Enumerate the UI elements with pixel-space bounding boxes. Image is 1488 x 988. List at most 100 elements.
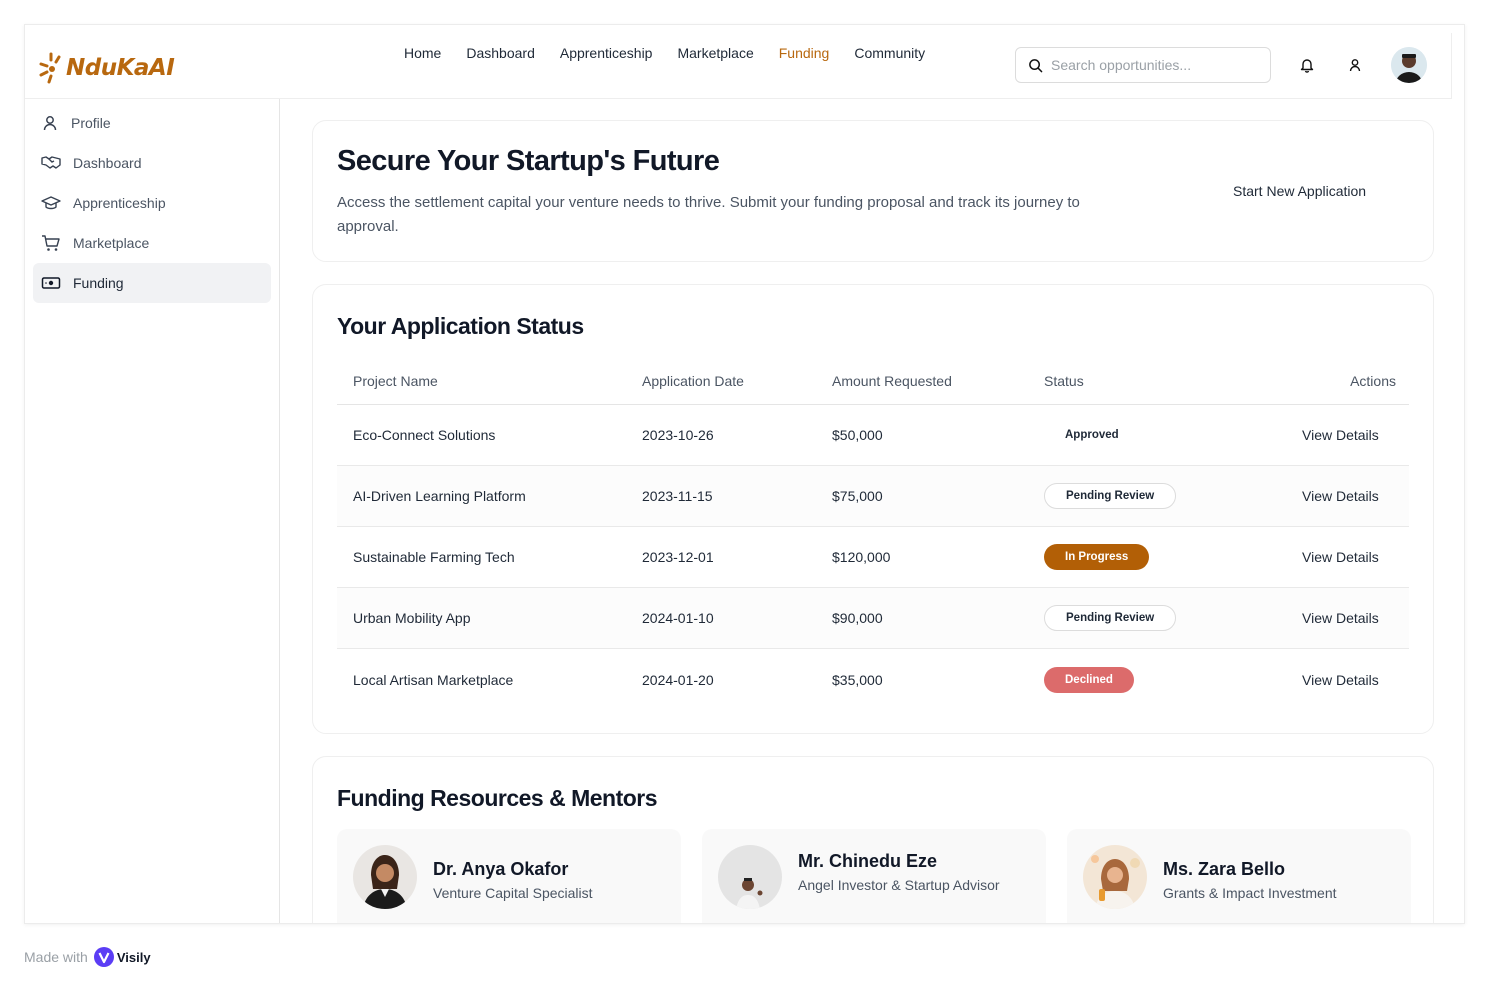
- nav-apprenticeship[interactable]: Apprenticeship: [560, 45, 653, 61]
- banknote-icon: [41, 277, 61, 289]
- sidebar: Profile Dashboard Apprenticeship Marketp…: [25, 99, 280, 923]
- bell-icon: [1300, 59, 1314, 73]
- visily-brand[interactable]: Visily: [93, 947, 151, 967]
- nav-community[interactable]: Community: [854, 45, 925, 61]
- start-new-application-button[interactable]: Start New Application: [1233, 183, 1366, 199]
- mentor-role: Angel Investor & Startup Advisor: [798, 877, 1000, 893]
- applications-table: Project Name Application Date Amount Req…: [337, 357, 1409, 710]
- table-header: Project Name Application Date Amount Req…: [337, 357, 1409, 405]
- table-row: Eco-Connect Solutions 2023-10-26 $50,000…: [337, 405, 1409, 466]
- mentor-photo: [1083, 845, 1147, 909]
- application-date: 2024-01-20: [642, 671, 714, 688]
- project-name: Sustainable Farming Tech: [353, 549, 515, 565]
- section-title: Funding Resources & Mentors: [337, 785, 658, 811]
- graduation-cap-icon: [41, 196, 61, 210]
- top-header: NduKaAI Home Dashboard Apprenticeship Ma…: [25, 33, 1452, 99]
- brand-logo[interactable]: NduKaAI: [38, 51, 175, 85]
- sidebar-item-apprenticeship[interactable]: Apprenticeship: [33, 183, 271, 223]
- application-date: 2023-10-26: [642, 427, 714, 443]
- mentor-name: Ms. Zara Bello: [1163, 859, 1286, 879]
- column-header: Status: [1044, 372, 1084, 389]
- amount-requested: $50,000: [832, 427, 883, 443]
- sun-logo-icon: [39, 52, 61, 84]
- cart-icon: [42, 235, 60, 251]
- user-icon: [43, 116, 57, 131]
- status-badge: Pending Review: [1044, 483, 1177, 509]
- status-badge: Approved: [1065, 429, 1119, 441]
- page-title: Secure Your Startup's Future: [337, 145, 720, 177]
- amount-requested: $75,000: [832, 488, 883, 504]
- mentor-card[interactable]: Ms. Zara Bello Grants & Impact Investmen…: [1067, 829, 1411, 923]
- view-details-link[interactable]: View Details: [1254, 488, 1409, 504]
- avatar-figure-icon: [1391, 47, 1427, 83]
- app-window: NduKaAI Home Dashboard Apprenticeship Ma…: [24, 24, 1465, 924]
- nav-marketplace[interactable]: Marketplace: [677, 45, 753, 61]
- mentor-role: Venture Capital Specialist: [433, 885, 593, 901]
- view-details-link[interactable]: View Details: [1254, 610, 1409, 626]
- view-details-link[interactable]: View Details: [1254, 427, 1409, 443]
- sidebar-item-dashboard[interactable]: Dashboard: [33, 143, 271, 183]
- search-input[interactable]: [1051, 57, 1251, 73]
- handshake-icon: [41, 156, 61, 169]
- application-date: 2023-11-15: [642, 488, 713, 504]
- search-icon: [1029, 58, 1043, 72]
- avatar-figure-icon: [353, 845, 417, 909]
- status-badge: Pending Review: [1044, 605, 1177, 631]
- application-status-card: Your Application Status Project Name App…: [312, 284, 1434, 734]
- section-title: Your Application Status: [337, 313, 584, 339]
- amount-requested: $35,000: [832, 671, 883, 688]
- column-header: Project Name: [353, 372, 438, 389]
- visily-logo-icon: [93, 947, 114, 967]
- table-row: Local Artisan Marketplace 2024-01-20 $35…: [337, 649, 1409, 710]
- project-name: Urban Mobility App: [353, 610, 471, 626]
- funding-resources-card: Funding Resources & Mentors Dr. Anya Oka…: [312, 756, 1434, 923]
- account-button[interactable]: [1345, 55, 1365, 75]
- sidebar-item-label: Marketplace: [73, 235, 150, 251]
- column-header: Amount Requested: [832, 372, 952, 389]
- nav-dashboard[interactable]: Dashboard: [466, 45, 535, 61]
- view-details-link[interactable]: View Details: [1254, 549, 1409, 565]
- application-date: 2024-01-10: [642, 610, 714, 626]
- hero-description: Access the settlement capital your ventu…: [337, 194, 1080, 235]
- visily-name: Visily: [116, 949, 151, 965]
- view-details-link[interactable]: View Details: [1254, 672, 1409, 688]
- mentor-photo: [718, 845, 782, 909]
- user-avatar[interactable]: [1391, 47, 1427, 83]
- hero-card: Secure Your Startup's Future Access the …: [312, 120, 1434, 262]
- notifications-button[interactable]: [1297, 55, 1317, 75]
- column-header: Application Date: [642, 372, 744, 389]
- status-badge: Declined: [1044, 666, 1134, 693]
- project-name: Local Artisan Marketplace: [353, 671, 514, 688]
- main-nav: Home Dashboard Apprenticeship Marketplac…: [404, 45, 925, 61]
- mentor-card[interactable]: Mr. Chinedu Eze Angel Investor & Startup…: [702, 829, 1046, 923]
- project-name: AI-Driven Learning Platform: [353, 488, 526, 504]
- brand-name: NduKaAI: [66, 55, 175, 81]
- avatar-figure-icon: [1083, 845, 1147, 909]
- mentor-name: Mr. Chinedu Eze: [798, 851, 938, 871]
- column-header: Actions: [1350, 372, 1396, 389]
- mentor-card[interactable]: Dr. Anya Okafor Venture Capital Speciali…: [337, 829, 681, 923]
- status-badge: In Progress: [1044, 544, 1150, 570]
- user-icon: [1349, 59, 1361, 72]
- search-box: [1015, 47, 1271, 83]
- table-row: AI-Driven Learning Platform 2023-11-15 $…: [337, 466, 1409, 527]
- made-with-label: Made with: [24, 949, 88, 965]
- project-name: Eco-Connect Solutions: [353, 427, 496, 443]
- sidebar-item-funding[interactable]: Funding: [33, 263, 271, 303]
- sidebar-item-profile[interactable]: Profile: [33, 103, 271, 143]
- table-row: Urban Mobility App 2024-01-10 $90,000 Pe…: [337, 588, 1409, 649]
- amount-requested: $120,000: [832, 549, 891, 565]
- made-with-footer: Made with Visily: [24, 947, 151, 967]
- mentor-name: Dr. Anya Okafor: [433, 859, 569, 879]
- amount-requested: $90,000: [832, 610, 883, 626]
- avatar-figure-icon: [718, 845, 782, 909]
- nav-funding[interactable]: Funding: [779, 45, 830, 61]
- nav-home[interactable]: Home: [404, 45, 441, 61]
- mentor-photo: [353, 845, 417, 909]
- sidebar-item-label: Profile: [71, 115, 111, 131]
- sidebar-item-label: Apprenticeship: [73, 195, 166, 211]
- mentor-role: Grants & Impact Investment: [1163, 885, 1337, 901]
- sidebar-item-label: Funding: [73, 275, 124, 291]
- sidebar-item-label: Dashboard: [73, 155, 142, 171]
- sidebar-item-marketplace[interactable]: Marketplace: [33, 223, 271, 263]
